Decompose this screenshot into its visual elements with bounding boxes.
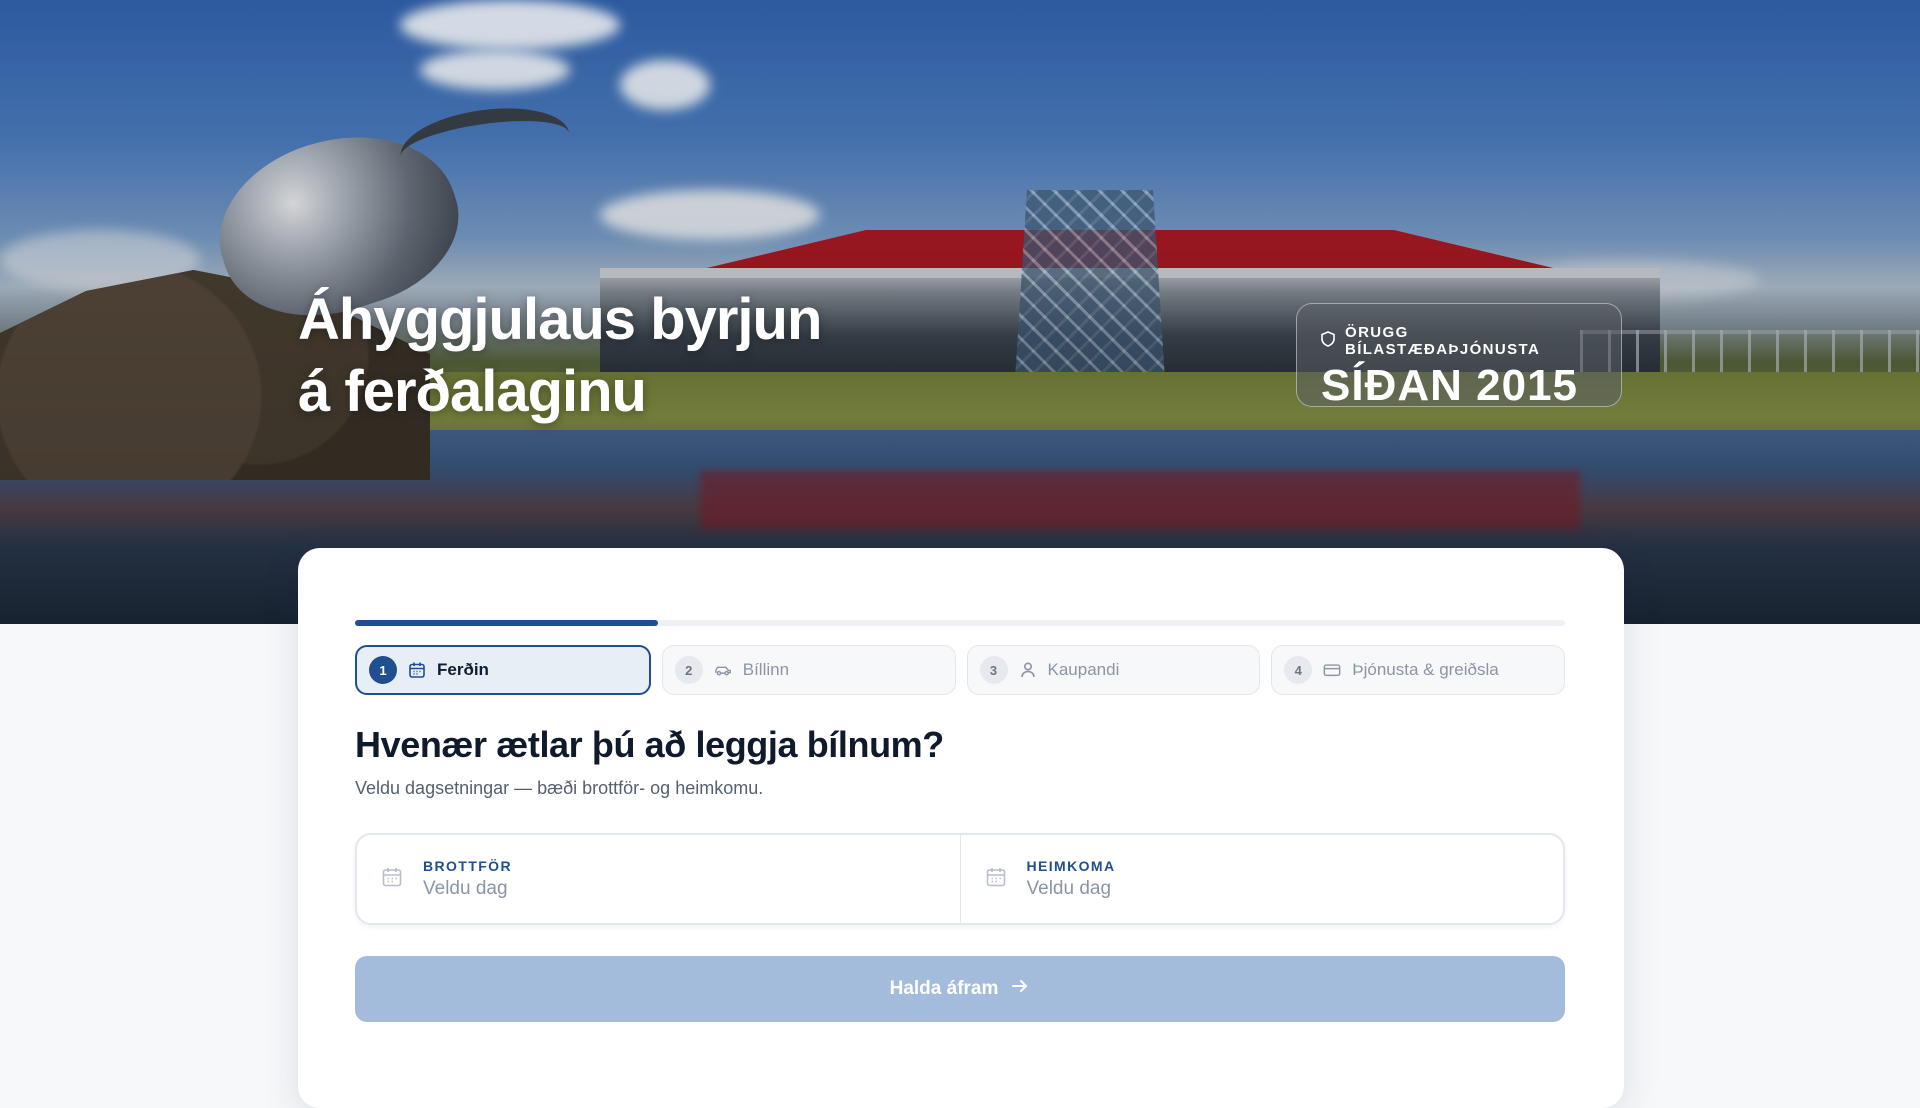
progress-bar — [355, 620, 1565, 626]
badge-caption: ÖRUGG BÍLASTÆÐAÞJÓNUSTA — [1345, 324, 1541, 358]
hero-title-line1: Áhyggjulaus byrjun — [298, 287, 822, 352]
continue-label: Halda áfram — [889, 978, 999, 999]
step-number: 3 — [979, 656, 1008, 684]
step-tab-kaupandi[interactable]: 3 Kaupandi — [966, 645, 1261, 695]
arrow-right-icon — [1010, 976, 1030, 1002]
departure-placeholder: Veldu dag — [423, 878, 508, 899]
booking-card: 1 Ferðin 2 Bíllinn 3 Kaupandi 4 Þjónusta… — [298, 548, 1624, 1108]
step-tabs: 1 Ferðin 2 Bíllinn 3 Kaupandi 4 Þjónusta… — [355, 645, 1565, 695]
hero-title: Áhyggjulaus byrjun á ferðalaginu — [298, 284, 918, 428]
since-badge: ÖRUGG BÍLASTÆÐAÞJÓNUSTA SÍÐAN 2015 — [1296, 303, 1622, 410]
calendar-icon — [985, 866, 1007, 893]
return-date-field[interactable]: HEIMKOMA Veldu dag — [959, 835, 1564, 923]
return-label: HEIMKOMA — [1026, 858, 1116, 874]
step-number: 1 — [369, 656, 397, 684]
car-icon — [713, 660, 733, 680]
calendar-icon — [381, 866, 403, 893]
step-label: Kaupandi — [1047, 660, 1120, 679]
calendar-icon — [407, 660, 427, 680]
continue-button[interactable]: Halda áfram — [355, 956, 1565, 1022]
form-question: Hvenær ætlar þú að leggja bílnum? — [355, 724, 944, 765]
hero-title-line2: á ferðalaginu — [298, 359, 647, 424]
badge-year: SÍÐAN 2015 — [1321, 361, 1579, 410]
form-subtitle: Veldu dagsetningar — bæði brottför- og h… — [355, 778, 764, 798]
shield-icon — [1321, 331, 1335, 351]
progress-fill — [355, 620, 658, 626]
step-number: 2 — [674, 656, 703, 684]
hero-banner: Áhyggjulaus byrjun á ferðalaginu ÖRUGG B… — [0, 0, 1920, 624]
step-number: 4 — [1284, 656, 1313, 684]
user-icon — [1018, 660, 1038, 680]
credit-card-icon — [1322, 660, 1342, 680]
date-range-picker: BROTTFÖR Veldu dag HEIMKOMA Veldu dag — [355, 833, 1565, 925]
return-placeholder: Veldu dag — [1026, 878, 1112, 899]
departure-date-field[interactable]: BROTTFÖR Veldu dag — [357, 835, 960, 923]
departure-label: BROTTFÖR — [423, 858, 512, 874]
step-tab-thjonusta[interactable]: 4 Þjónusta & greiðsla — [1271, 645, 1565, 695]
step-tab-billinn[interactable]: 2 Bíllinn — [661, 645, 956, 695]
step-tab-ferdin[interactable]: 1 Ferðin — [355, 645, 651, 695]
step-label: Ferðin — [437, 660, 489, 679]
step-label: Bíllinn — [742, 660, 790, 679]
step-label: Þjónusta & greiðsla — [1352, 660, 1499, 679]
